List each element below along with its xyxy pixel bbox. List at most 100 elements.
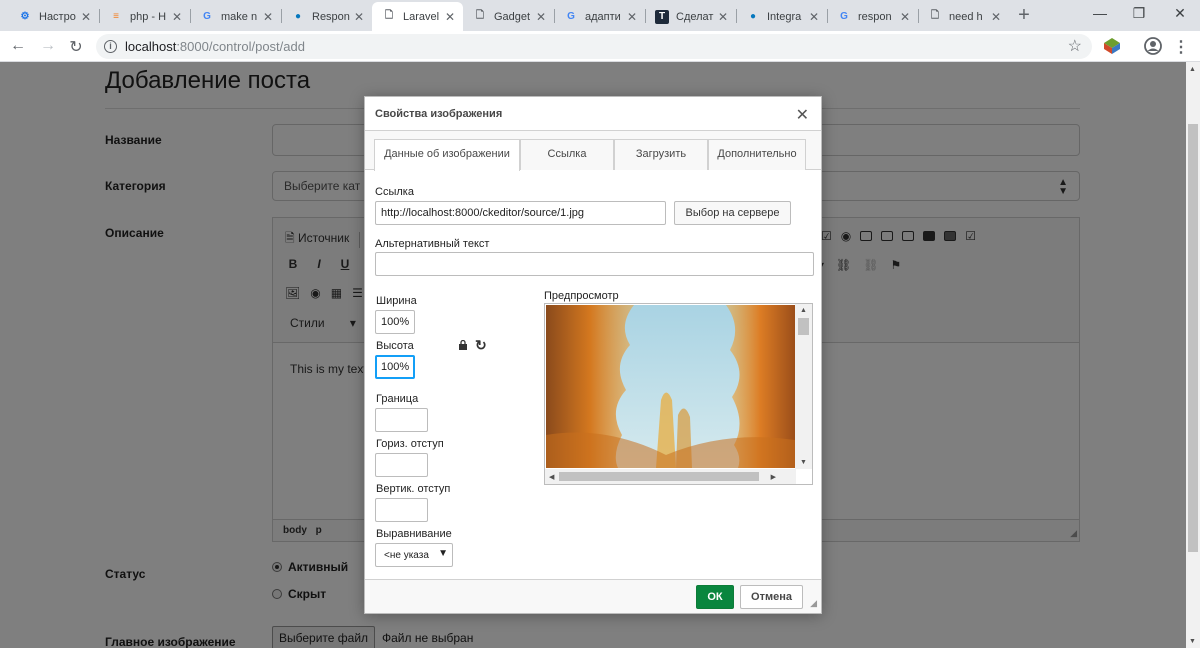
browser-tab[interactable]: ● Integra ✕ xyxy=(736,2,827,31)
forward-button[interactable]: → xyxy=(38,37,58,55)
browser-tab[interactable]: Gmake n ✕ xyxy=(190,2,281,31)
vspace-input[interactable] xyxy=(375,498,428,522)
tab-separator xyxy=(190,9,191,23)
dialog-footer: ОК Отмена ◢ xyxy=(365,579,821,613)
tab-label: make n xyxy=(221,10,258,23)
image-properties-dialog: Свойства изображения ✕ Данные об изображ… xyxy=(364,96,822,614)
scroll-down-icon[interactable]: ▼ xyxy=(800,459,807,466)
browse-server-button[interactable]: Выбор на сервере xyxy=(674,201,791,225)
hspace-input[interactable] xyxy=(375,453,428,477)
page-icon: 🗋 xyxy=(384,10,394,21)
align-value: <не указа xyxy=(384,550,429,561)
close-tab-icon[interactable]: ✕ xyxy=(79,10,93,24)
tab-separator xyxy=(554,9,555,23)
browser-tab[interactable]: 🗋 Laravel ✕ xyxy=(372,2,463,31)
lock-icon[interactable] xyxy=(458,340,468,350)
scroll-thumb[interactable] xyxy=(559,472,759,481)
extension-icon[interactable] xyxy=(1103,37,1121,55)
browser-tab[interactable]: ≡ php - H ✕ xyxy=(99,2,190,31)
tab-separator xyxy=(645,9,646,23)
page-icon: 🗋 xyxy=(475,10,485,21)
scroll-down-icon[interactable]: ▼ xyxy=(1189,638,1196,645)
close-tab-icon[interactable]: ✕ xyxy=(625,10,639,24)
browser-tab[interactable]: 🗋 need h ✕ xyxy=(918,2,1009,31)
url-input[interactable]: http://localhost:8000/ckeditor/source/1.… xyxy=(375,201,666,225)
browser-tab[interactable]: Gадапти ✕ xyxy=(554,2,645,31)
tab-separator xyxy=(827,9,828,23)
hspace-label: Гориз. отступ xyxy=(376,438,444,450)
close-tab-icon[interactable]: ✕ xyxy=(352,10,366,24)
google-icon: G xyxy=(840,11,848,22)
alt-text-label: Альтернативный текст xyxy=(375,238,490,250)
tab-image-info[interactable]: Данные об изображении xyxy=(374,139,520,171)
tab-advanced[interactable]: Дополнительно xyxy=(708,139,806,170)
reset-size-icon[interactable]: ↻ xyxy=(475,337,487,354)
scroll-thumb[interactable] xyxy=(1188,124,1198,552)
align-label: Выравнивание xyxy=(376,528,452,540)
browser-tab[interactable]: T Сделат ✕ xyxy=(645,2,736,31)
preview-image xyxy=(546,305,795,468)
close-tab-icon[interactable]: ✕ xyxy=(716,10,730,24)
browser-tab[interactable]: 🗋 Gadget ✕ xyxy=(463,2,554,31)
vspace-label: Вертик. отступ xyxy=(376,483,451,495)
close-tab-icon[interactable]: ✕ xyxy=(807,10,821,24)
ok-button[interactable]: ОК xyxy=(696,585,734,609)
alt-text-input[interactable] xyxy=(375,252,814,276)
omnibox[interactable]: i localhost:8000/control/post/add ☆ xyxy=(96,34,1092,59)
restore-button[interactable]: ❐ xyxy=(1129,5,1149,22)
google-icon: G xyxy=(567,11,575,22)
close-tab-icon[interactable]: ✕ xyxy=(898,10,912,24)
close-tab-icon[interactable]: ✕ xyxy=(989,10,1003,24)
tab-label: need h xyxy=(949,10,983,23)
width-input[interactable]: 100% xyxy=(375,310,415,334)
drupal-icon: ● xyxy=(294,11,302,22)
scroll-up-icon[interactable]: ▲ xyxy=(1189,66,1196,73)
tab-upload[interactable]: Загрузить xyxy=(614,139,708,170)
cancel-button[interactable]: Отмена xyxy=(740,585,803,609)
scroll-up-icon[interactable]: ▲ xyxy=(800,307,807,314)
height-label: Высота xyxy=(376,340,414,352)
page-icon: 🗋 xyxy=(930,10,940,21)
tab-label: Respon xyxy=(312,10,350,23)
browser-tab[interactable]: Grespon ✕ xyxy=(827,2,918,31)
tab-label: Integra xyxy=(767,10,802,23)
close-tab-icon[interactable]: ✕ xyxy=(170,10,184,24)
menu-icon[interactable]: ⋮ xyxy=(1171,37,1191,57)
browser-tab[interactable]: ⚙ Настро ✕ xyxy=(8,2,99,31)
address-bar: ← → ↻ i localhost:8000/control/post/add … xyxy=(0,31,1200,62)
tab-link[interactable]: Ссылка xyxy=(520,139,614,170)
drupal-icon: ● xyxy=(749,11,757,22)
preview-vscrollbar[interactable]: ▲ ▼ xyxy=(795,304,812,469)
tab-label: Gadget xyxy=(494,10,531,23)
scroll-thumb[interactable] xyxy=(798,318,809,335)
scroll-right-icon[interactable]: ▶ xyxy=(771,473,776,481)
dialog-resize-handle[interactable]: ◢ xyxy=(810,598,817,609)
profile-icon[interactable] xyxy=(1144,37,1162,55)
close-tab-icon[interactable]: ✕ xyxy=(443,10,457,24)
new-tab-button[interactable]: + xyxy=(1016,4,1032,27)
tab-label: respon xyxy=(858,10,892,23)
page-scrollbar[interactable]: ▲ ▼ xyxy=(1186,62,1200,648)
stackoverflow-icon: ≡ xyxy=(113,11,119,22)
close-tab-icon[interactable]: ✕ xyxy=(261,10,275,24)
close-icon[interactable]: ✕ xyxy=(796,105,809,125)
tutsplus-icon: T xyxy=(655,9,669,24)
preview-hscrollbar[interactable]: ◀ ▶ xyxy=(545,469,796,484)
close-window-button[interactable]: ✕ xyxy=(1170,5,1190,22)
url-path: :8000/control/post/add xyxy=(176,39,305,54)
gear-icon: ⚙ xyxy=(20,11,30,22)
height-input[interactable]: 100% xyxy=(375,355,415,379)
tab-separator xyxy=(736,9,737,23)
align-select[interactable]: <не указа ▼ xyxy=(375,543,453,567)
info-icon[interactable]: i xyxy=(104,40,117,53)
dialog-title: Свойства изображения xyxy=(365,97,821,131)
scroll-left-icon[interactable]: ◀ xyxy=(549,473,554,481)
close-tab-icon[interactable]: ✕ xyxy=(534,10,548,24)
minimize-button[interactable]: — xyxy=(1090,5,1110,21)
border-input[interactable] xyxy=(375,408,428,432)
preview-label: Предпросмотр xyxy=(544,290,619,302)
back-button[interactable]: ← xyxy=(8,37,28,55)
browser-tab[interactable]: ● Respon ✕ xyxy=(281,2,372,31)
bookmark-star-icon[interactable]: ☆ xyxy=(1068,36,1082,56)
reload-button[interactable]: ↻ xyxy=(66,37,86,57)
